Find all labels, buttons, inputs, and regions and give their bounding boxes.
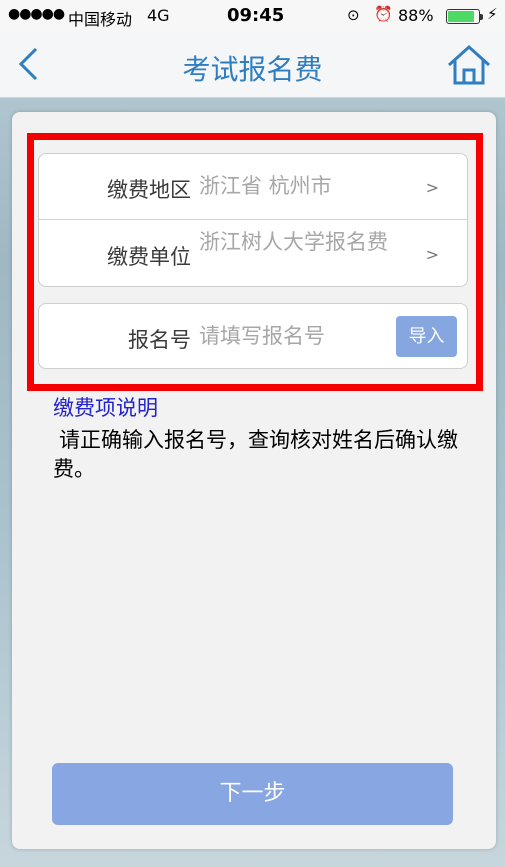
registration-number-group: 报名号 请填写报名号 导入	[38, 303, 468, 369]
battery-fill	[448, 11, 475, 22]
reg-no-input[interactable]: 请填写报名号	[199, 324, 404, 348]
unit-row[interactable]: 缴费单位 浙江树人大学报名费 >	[39, 220, 467, 287]
region-label: 缴费地区	[107, 178, 191, 202]
region-value: 浙江省 杭州市	[199, 174, 332, 198]
charging-icon: ⚡	[487, 5, 498, 23]
next-step-button[interactable]: 下一步	[52, 763, 453, 825]
page-title: 考试报名费	[182, 53, 323, 86]
network-type: 4G	[147, 6, 170, 25]
chevron-right-icon: >	[425, 178, 439, 197]
battery-percent: 88%	[398, 6, 434, 25]
description-title: 缴费项说明	[53, 396, 158, 420]
status-bar: ●●●●● 中国移动 4G 09:45 ⊙ ⏰ 88% ⚡	[0, 0, 505, 32]
description-body: 请正确输入报名号，查询核对姓名后确认缴费。	[53, 428, 458, 481]
nav-bar: 考试报名费	[0, 32, 505, 98]
payment-info-group: 缴费地区 浙江省 杭州市 > 缴费单位 浙江树人大学报名费 >	[38, 153, 468, 287]
chevron-right-icon: >	[425, 245, 439, 264]
alarm-icon: ⏰	[374, 5, 393, 23]
signal-strength-icon: ●●●●●	[8, 6, 65, 22]
reg-no-label: 报名号	[128, 328, 191, 352]
unit-label: 缴费单位	[107, 245, 191, 269]
region-row[interactable]: 缴费地区 浙江省 杭州市 >	[39, 154, 467, 220]
status-time: 09:45	[227, 5, 285, 26]
home-icon[interactable]	[446, 44, 492, 86]
import-button[interactable]: 导入	[396, 316, 457, 357]
orientation-lock-icon: ⊙	[347, 6, 360, 24]
unit-value: 浙江树人大学报名费	[199, 230, 388, 254]
battery-icon	[446, 9, 483, 24]
carrier-name: 中国移动	[68, 10, 133, 29]
